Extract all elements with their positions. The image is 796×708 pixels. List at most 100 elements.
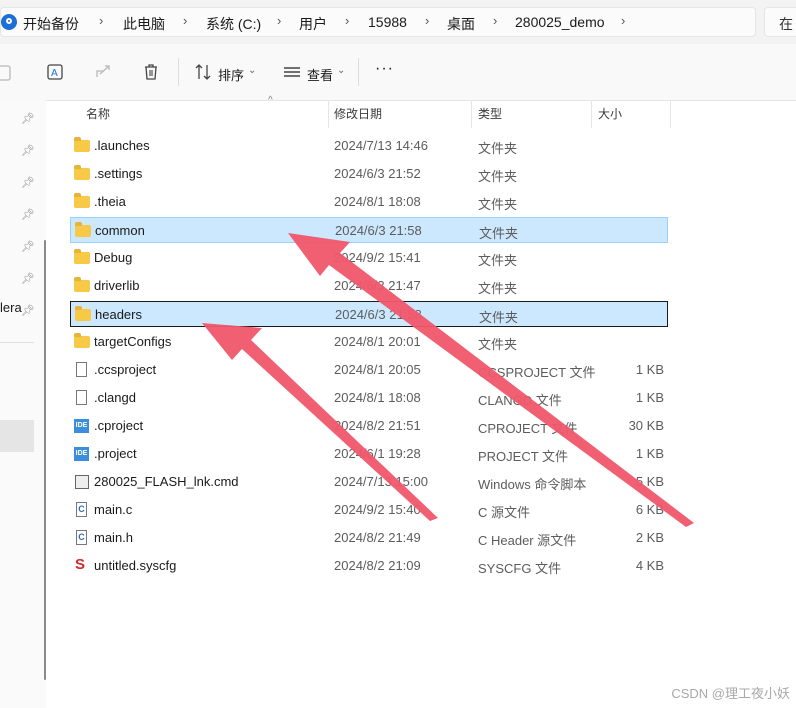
file-type: 文件夹 <box>478 281 518 296</box>
breadcrumb-item-folder[interactable]: 280025_demo <box>515 14 605 30</box>
chevron-right-icon[interactable]: › <box>99 13 103 28</box>
breadcrumb-item-this-pc[interactable]: 此电脑 <box>123 14 165 34</box>
file-name: targetConfigs <box>94 334 172 349</box>
ide-icon: IDE <box>74 419 89 433</box>
folder-icon <box>74 249 90 264</box>
view-icon[interactable] <box>282 62 302 82</box>
breadcrumb-item-backup[interactable]: 开始备份 <box>23 14 79 34</box>
chevron-down-icon[interactable]: ⌄ <box>248 65 256 76</box>
file-row[interactable]: driverlib 2024/6/3 21:47 文件夹 <box>70 273 668 299</box>
file-type: PROJECT 文件 <box>478 449 569 464</box>
file-row[interactable]: Cmain.h 2024/8/2 21:49 C Header 源文件 2 KB <box>70 525 668 551</box>
file-row[interactable]: Suntitled.syscfg 2024/8/2 21:09 SYSCFG 文件 4… <box>70 553 668 579</box>
file-row[interactable]: IDE .cproject 2024/8/2 21:51 CPROJECT 文件 30 … <box>70 413 668 439</box>
file-name: .cproject <box>94 418 144 433</box>
delete-icon[interactable] <box>141 62 161 82</box>
file-row[interactable]: Cmain.c 2024/9/2 15:40 C 源文件 6 KB <box>70 497 668 523</box>
breadcrumb-item-users[interactable]: 用户 <box>299 14 327 34</box>
chevron-down-icon[interactable]: ⌄ <box>337 65 345 76</box>
watermark: CSDN @理工夜小妖 <box>671 686 790 701</box>
chevron-right-icon[interactable]: › <box>277 13 281 28</box>
chevron-right-icon[interactable]: › <box>345 13 349 28</box>
sort-button[interactable]: 排序 <box>218 65 244 84</box>
rename-icon[interactable]: A <box>46 62 66 82</box>
cmd-icon <box>75 475 89 489</box>
column-divider[interactable] <box>471 100 472 128</box>
sort-icon[interactable] <box>193 62 213 82</box>
column-divider[interactable] <box>591 100 592 128</box>
paste-icon[interactable] <box>0 62 20 82</box>
file-type: 文件夹 <box>478 169 518 184</box>
file-row[interactable]: common 2024/6/3 21:58 文件夹 <box>70 217 668 243</box>
breadcrumb-item-drive[interactable]: 系统 (C:) <box>206 14 261 34</box>
chevron-right-icon[interactable]: › <box>425 13 429 28</box>
search-input[interactable]: 在 <box>764 7 796 37</box>
file-row[interactable]: IDE .project 2024/6/1 19:28 PROJECT 文件 1 KB <box>70 441 668 467</box>
pin-icon[interactable]: 📌︎ <box>21 208 35 221</box>
nav-item-label[interactable]: lera <box>0 300 22 315</box>
column-divider[interactable] <box>670 100 671 128</box>
file-type: SYSCFG 文件 <box>478 561 562 576</box>
column-divider[interactable] <box>328 100 329 128</box>
c-file-icon: C <box>76 502 87 517</box>
file-type: CPROJECT 文件 <box>478 421 578 436</box>
file-row[interactable]: .launches 2024/7/13 14:46 文件夹 <box>70 133 668 159</box>
pin-icon[interactable]: 📌︎ <box>21 272 35 285</box>
more-options-button[interactable]: ··· <box>375 60 394 78</box>
file-row[interactable]: Debug 2024/9/2 15:41 文件夹 <box>70 245 668 271</box>
file-date: 2024/8/2 21:49 <box>334 530 421 545</box>
file-name: .project <box>94 446 137 461</box>
file-row[interactable]: targetConfigs 2024/8/1 20:01 文件夹 <box>70 329 668 355</box>
pin-icon[interactable]: 📌︎ <box>21 304 35 317</box>
file-name: main.h <box>94 530 134 545</box>
nav-item-selected[interactable] <box>0 420 34 452</box>
file-name: common <box>95 223 145 238</box>
search-hint: 在 <box>779 16 793 32</box>
file-row[interactable]: headers 2024/6/3 21:58 文件夹 <box>70 301 668 327</box>
nav-scrollbar[interactable] <box>44 240 46 680</box>
svg-text:A: A <box>51 68 58 79</box>
column-size[interactable]: 大小 <box>598 100 622 128</box>
breadcrumb-item-user[interactable]: 15988 <box>368 14 407 30</box>
pin-icon[interactable]: 📌︎ <box>21 144 35 157</box>
file-row[interactable]: .theia 2024/8/1 18:08 文件夹 <box>70 189 668 215</box>
pin-icon[interactable]: 📌︎ <box>21 240 35 253</box>
column-name[interactable]: 名称 <box>86 100 110 128</box>
breadcrumb[interactable]: 开始备份 › 此电脑 › 系统 (C:) › 用户 › 15988 › 桌面 ›… <box>0 7 756 37</box>
folder-icon <box>74 333 90 348</box>
file-icon <box>76 390 87 405</box>
chevron-right-icon[interactable]: › <box>493 13 497 28</box>
column-type[interactable]: 类型 <box>478 100 502 128</box>
file-name: Debug <box>94 250 133 265</box>
pin-icon[interactable]: 📌︎ <box>21 112 35 125</box>
backup-icon <box>1 14 17 30</box>
file-row[interactable]: 280025_FLASH_lnk.cmd 2024/7/13 15:00 Windo… <box>70 469 668 495</box>
file-date: 2024/6/3 21:58 <box>335 223 422 238</box>
file-size: 6 KB <box>635 502 664 517</box>
file-row[interactable]: .ccsproject 2024/8/1 20:05 CCSPROJECT 文件 1 … <box>70 357 668 383</box>
file-icon <box>76 362 87 377</box>
column-header: ^ 名称 修改日期 类型 大小 <box>70 95 671 128</box>
file-type: C 源文件 <box>478 505 531 520</box>
c-file-icon: C <box>76 530 87 545</box>
nav-divider <box>0 342 34 343</box>
file-date: 2024/6/1 19:28 <box>334 446 421 461</box>
sort-ascending-icon: ^ <box>268 95 273 106</box>
file-type: 文件夹 <box>478 253 518 268</box>
breadcrumb-item-desktop[interactable]: 桌面 <box>447 14 475 34</box>
toolbar-divider <box>358 58 359 86</box>
syscfg-icon: S <box>75 556 86 573</box>
pin-icon[interactable]: 📌︎ <box>21 176 35 189</box>
file-date: 2024/8/1 18:08 <box>334 390 421 405</box>
file-row[interactable]: .clangd 2024/8/1 18:08 CLANGD 文件 1 KB <box>70 385 668 411</box>
column-date[interactable]: 修改日期 <box>334 100 382 128</box>
file-type: 文件夹 <box>478 197 518 212</box>
share-icon[interactable] <box>94 62 114 82</box>
file-name: .launches <box>94 138 150 153</box>
chevron-right-icon[interactable]: › <box>621 13 625 28</box>
view-button[interactable]: 查看 <box>307 65 333 84</box>
chevron-right-icon[interactable]: › <box>183 13 187 28</box>
file-name: untitled.syscfg <box>94 558 177 573</box>
file-row[interactable]: .settings 2024/6/3 21:52 文件夹 <box>70 161 668 187</box>
file-date: 2024/8/1 18:08 <box>334 194 421 209</box>
